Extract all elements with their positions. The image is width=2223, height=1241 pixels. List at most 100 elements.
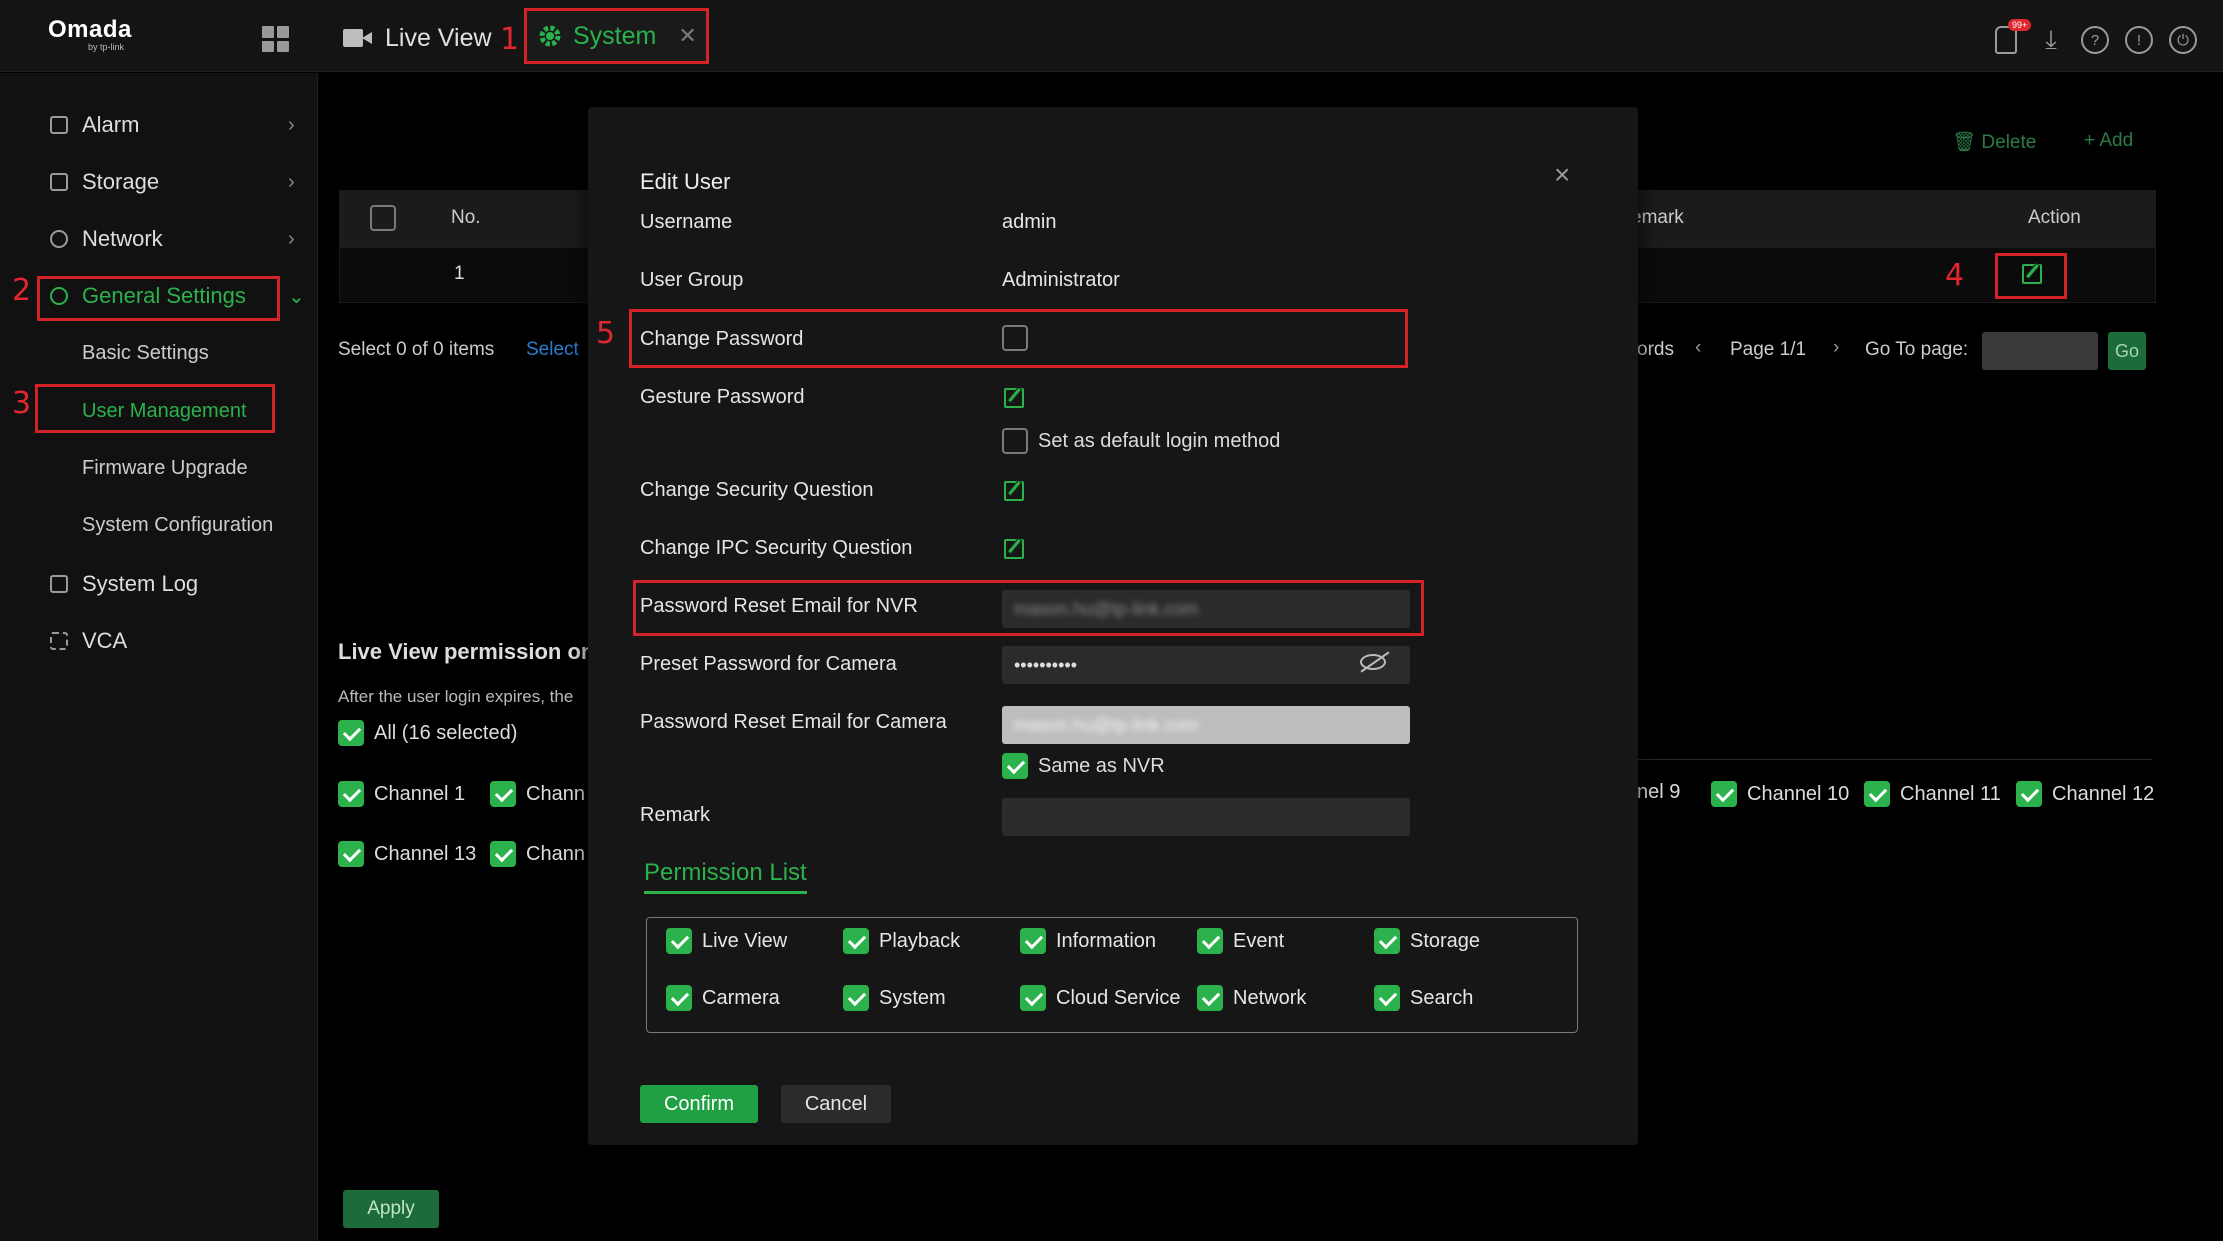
permission-cloud-service[interactable]: Cloud Service (1020, 985, 1181, 1011)
pager-page: Page 1/1 (1730, 339, 1807, 360)
sidebar-subitem-firmware-upgrade[interactable]: Firmware Upgrade (82, 457, 248, 480)
edit-security-question-icon[interactable] (1004, 481, 1024, 501)
permission-event[interactable]: Event (1197, 928, 1284, 954)
sidebar-subitem-basic-settings[interactable]: Basic Settings (82, 342, 209, 365)
edit-icon[interactable] (2022, 264, 2042, 284)
preset-password-input[interactable]: •••••••••• (1002, 646, 1410, 684)
logo-text: Omada (48, 16, 132, 43)
channel-label: Channel 12 (2052, 782, 2155, 805)
permission-search[interactable]: Search (1374, 985, 1473, 1011)
chevron-right-icon: › (288, 227, 295, 250)
permission-camera[interactable]: Carmera (666, 985, 780, 1011)
cancel-button[interactable]: Cancel (781, 1085, 891, 1123)
preset-password-label: Preset Password for Camera (640, 653, 897, 675)
nvr-email-input[interactable]: mason.hu@tp-link.com (1002, 590, 1410, 628)
select-link[interactable]: Select (526, 339, 579, 361)
download-icon[interactable]: ⤓ (2037, 24, 2065, 54)
live-view-permission-title: Live View permission on U (338, 639, 617, 664)
delete-button[interactable]: 🗑 Delete (1952, 130, 2036, 154)
change-password-checkbox[interactable] (1002, 325, 1028, 351)
all-channels-checkbox[interactable]: All (16 selected) (338, 720, 517, 746)
default-login-label: Set as default login method (1038, 429, 1281, 452)
sidebar-item-network[interactable]: Network › (0, 214, 318, 264)
sidebar-item-alarm[interactable]: Alarm › (0, 100, 318, 150)
default-login-checkbox[interactable]: Set as default login method (1002, 428, 1280, 454)
alarm-icon (50, 116, 68, 134)
tab-system[interactable]: System ✕ (524, 8, 709, 64)
channel-checkbox[interactable]: nel 9 (1637, 781, 1680, 804)
permission-label: Search (1410, 986, 1474, 1009)
same-as-nvr-checkbox[interactable]: Same as NVR (1002, 753, 1165, 779)
permission-live-view[interactable]: Live View (666, 928, 787, 954)
close-icon[interactable]: × (1554, 159, 1570, 191)
annotation-3: 3 (12, 386, 32, 421)
edit-gesture-icon[interactable] (1004, 388, 1024, 408)
omada-logo[interactable]: Omada by tp-link (48, 16, 132, 52)
remark-input[interactable] (1002, 798, 1410, 836)
permission-storage[interactable]: Storage (1374, 928, 1480, 954)
checkbox-checked (338, 720, 364, 746)
preset-password-value: •••••••••• (1014, 654, 1078, 675)
nvr-email-value: mason.hu@tp-link.com (1014, 598, 1199, 619)
next-page-icon[interactable]: › (1833, 337, 1839, 359)
sidebar-item-vca[interactable]: VCA (0, 616, 318, 666)
select-info: Select 0 of 0 items (338, 339, 495, 360)
checkbox-checked (490, 781, 516, 807)
column-no: No. (451, 207, 481, 228)
help-icon[interactable]: ? (2081, 26, 2109, 54)
permission-system[interactable]: System (843, 985, 946, 1011)
row-number: 1 (454, 263, 465, 284)
permission-network[interactable]: Network (1197, 985, 1306, 1011)
channel-label: nel 9 (1637, 781, 1681, 803)
goto-page-input[interactable] (1982, 332, 2098, 370)
chevron-right-icon: › (288, 113, 295, 136)
add-button[interactable]: + Add (2084, 130, 2133, 152)
gesture-password-label: Gesture Password (640, 386, 805, 408)
channel-checkbox[interactable]: Channel 10 (1711, 781, 1849, 807)
go-button[interactable]: Go (2108, 332, 2146, 370)
edit-ipc-security-question-icon[interactable] (1004, 539, 1024, 559)
permission-note: After the user login expires, the (338, 687, 574, 706)
info-icon[interactable]: ! (2125, 26, 2153, 54)
channel-checkbox[interactable]: Chann (490, 781, 585, 807)
checkbox-unchecked (1002, 428, 1028, 454)
tab-permission-list[interactable]: Permission List (644, 859, 807, 894)
checkbox-checked (843, 928, 869, 954)
camera-email-value: mason.hu@tp-link.com (1014, 714, 1199, 735)
prev-page-icon[interactable]: ‹ (1695, 337, 1701, 359)
channel-checkbox[interactable]: Channel 13 (338, 841, 476, 867)
delete-label: Delete (1981, 132, 2037, 153)
permission-label: System (879, 986, 946, 1009)
channel-checkbox[interactable]: Channel 1 (338, 781, 465, 807)
bell-icon[interactable]: 99+ (1995, 19, 2032, 54)
checkbox-checked (338, 781, 364, 807)
apps-grid-icon[interactable] (262, 26, 289, 52)
add-label: Add (2099, 130, 2134, 151)
power-icon[interactable]: ⏻ (2169, 26, 2197, 54)
sidebar-item-storage[interactable]: Storage › (0, 157, 318, 207)
checkbox-checked (666, 928, 692, 954)
eye-off-icon[interactable] (1360, 654, 1386, 670)
checkbox-checked (1864, 781, 1890, 807)
channel-checkbox[interactable]: Channel 11 (1864, 781, 2001, 807)
select-all-checkbox[interactable] (370, 205, 396, 231)
column-action: Action (2028, 207, 2081, 228)
top-bar: Omada by tp-link Live View 1 System ✕ 99… (0, 0, 2223, 72)
channel-label: Chann (526, 842, 585, 865)
sidebar-item-system-log[interactable]: System Log (0, 559, 318, 609)
divider (1637, 759, 2152, 760)
permission-playback[interactable]: Playback (843, 928, 960, 954)
sidebar-item-label: Network (82, 226, 163, 251)
confirm-button[interactable]: Confirm (640, 1085, 758, 1123)
sidebar-item-label: VCA (82, 628, 128, 653)
permission-label: Information (1056, 929, 1157, 952)
channel-checkbox[interactable]: Channel 12 (2016, 781, 2154, 807)
permission-information[interactable]: Information (1020, 928, 1156, 954)
apply-button[interactable]: Apply (343, 1190, 439, 1228)
channel-checkbox[interactable]: Chann (490, 841, 585, 867)
sidebar-subitem-system-configuration[interactable]: System Configuration (82, 514, 273, 537)
column-remark: emark (1631, 207, 1684, 228)
dialog-title: Edit User (640, 169, 731, 194)
tab-live-view[interactable]: Live View (343, 20, 492, 56)
close-tab-icon[interactable]: ✕ (678, 23, 696, 49)
